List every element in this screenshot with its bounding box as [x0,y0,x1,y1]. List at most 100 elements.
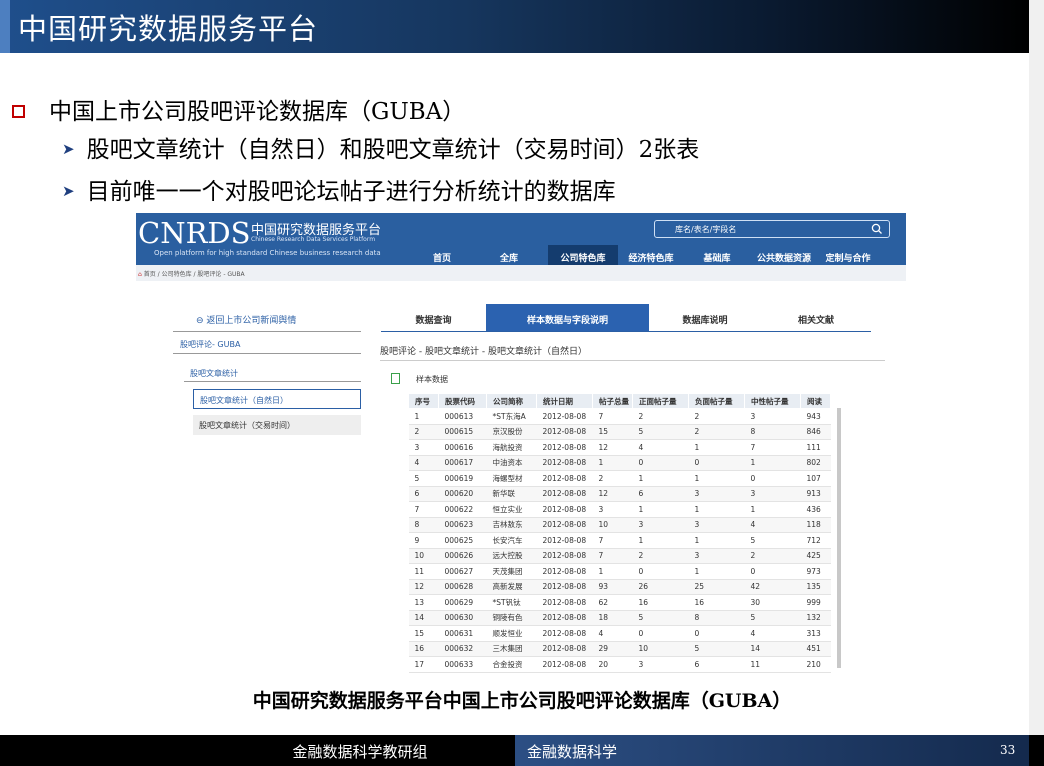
table-cell: 20 [592,656,633,673]
table-cell: 4 [744,625,801,642]
square-bullet-icon [12,105,25,118]
table-cell: 天茂集团 [486,563,537,580]
footer-mid: 金融数据科学 [515,735,1029,766]
nav-item-economy[interactable]: 经济特色库 [618,245,684,265]
arrow-bullet-icon: ➤ [62,140,75,158]
table-cell: 7 [592,408,633,425]
table-cell: 3 [688,517,745,533]
search-input[interactable]: 库名/表名/字段名 [654,220,890,238]
table-cell: 2012-08-08 [536,625,593,642]
table-cell: 000619 [438,470,487,487]
tab-query[interactable]: 数据查询 [381,304,486,331]
table-cell: 恒立实业 [486,501,537,518]
table-cell: 11 [744,656,801,673]
crumb-rest: / 公司特色库 / 股吧评论 - GUBA [155,271,245,278]
table-cell: 0 [688,455,745,471]
table-cell: 新华联 [486,486,537,502]
bullet1-text: 中国上市公司股吧评论数据库（GUBA） [49,99,466,125]
table-cell: 11 [408,563,439,580]
right-margin-strip [1029,0,1044,766]
column-header: 负面帖子量 [688,393,745,409]
table-cell: 4 [408,455,439,471]
back-link[interactable]: ⊖ 返回上市公司新闻舆情 [196,313,296,326]
nav-item-public[interactable]: 公共数据资源 [750,245,818,265]
search-icon[interactable] [871,223,883,235]
table-cell: 3 [408,439,439,456]
tab-refs[interactable]: 相关文献 [761,304,871,331]
table-cell: *ST东海A [486,408,537,425]
table-cell: 5 [632,424,689,440]
nav-item-home[interactable]: 首页 [414,245,470,265]
table-cell: 000617 [438,455,487,471]
table-cell: 10 [592,517,633,533]
table-cell: 913 [800,486,831,502]
table-row: 6 000620 新华联 2012-08-08 12 6 3 3 913 [408,486,831,502]
bullet-level2: ➤ 目前唯一一个对股吧论坛帖子进行分析统计的数据库 [62,172,616,206]
bullet-level1: 中国上市公司股吧评论数据库（GUBA） [12,92,465,126]
nav-item-all[interactable]: 全库 [470,245,548,265]
bullet-level2: ➤ 股吧文章统计（自然日）和股吧文章统计（交易时间）2张表 [62,130,699,164]
table-cell: 1 [688,501,745,518]
table-row: 15 000631 顺发恒业 2012-08-08 4 0 0 4 313 [408,625,831,642]
table-row: 3 000616 海航投资 2012-08-08 12 4 1 7 111 [408,439,831,456]
table-cell: 12 [408,579,439,595]
table-cell: 1 [688,563,745,580]
column-header: 中性帖子量 [744,393,801,409]
table-cell: 000616 [438,439,487,456]
table-cell: 5 [688,641,745,657]
scrollbar[interactable] [837,408,841,668]
table-cell: 3 [688,548,745,564]
website-screenshot: CNRDS 中国研究数据服务平台 Chinese Research Data S… [136,213,906,675]
table-cell: 3 [744,408,801,425]
table-cell: 000613 [438,408,487,425]
table-cell: 000627 [438,563,487,580]
title-accent [0,0,10,53]
table-cell: 2012-08-08 [536,656,593,673]
bullet3-text: 目前唯一一个对股吧论坛帖子进行分析统计的数据库 [86,179,616,205]
table-cell: 2 [688,424,745,440]
table-cell: 1 [688,532,745,549]
table-cell: 7 [408,501,439,518]
table-cell: 135 [800,579,831,595]
table-cell: 16 [408,641,439,657]
site-tagline: Open platform for high standard Chinese … [154,249,381,257]
nav-item-company[interactable]: 公司特色库 [548,245,618,265]
table-cell: 远大控股 [486,548,537,564]
table-cell: 0 [688,625,745,642]
nav-item-custom[interactable]: 定制与合作 [818,245,878,265]
table-cell: 000628 [438,579,487,595]
table-cell: 海航投资 [486,439,537,456]
table-cell: 802 [800,455,831,471]
table-cell: 7 [744,439,801,456]
side-group-title[interactable]: 股吧文章统计 [190,368,238,379]
tab-sample[interactable]: 样本数据与字段说明 [486,304,649,331]
table-cell: 铜陵有色 [486,610,537,626]
sample-table: 序号 股票代码 公司简称 统计日期 帖子总量 正面帖子量 负面帖子量 中性帖子量 阅读 1 000… [408,393,831,673]
crumb-home[interactable]: 首页 [144,271,156,278]
table-cell: 1 [744,455,801,471]
table-cell: 999 [800,594,831,611]
nav-item-base[interactable]: 基础库 [684,245,750,265]
table-cell: 1 [744,501,801,518]
table-cell: 0 [632,563,689,580]
table-cell: 000632 [438,641,487,657]
table-cell: 1 [632,532,689,549]
table-cell: 海螺型材 [486,470,537,487]
table-cell: 6 [408,486,439,502]
table-cell: 29 [592,641,633,657]
side-item-trading-time[interactable]: 股吧文章统计（交易时间） [193,415,361,435]
side-item-natural-day[interactable]: 股吧文章统计（自然日） [193,389,361,409]
table-row: 11 000627 天茂集团 2012-08-08 1 0 1 0 973 [408,563,831,580]
site-logo[interactable]: CNRDS [138,216,251,250]
table-cell: 2 [744,548,801,564]
side-db-title[interactable]: 股吧评论- GUBA [180,339,240,350]
table-cell: 1 [632,501,689,518]
table-cell: 1 [592,563,633,580]
table-row: 4 000617 中油资本 2012-08-08 1 0 0 1 802 [408,455,831,471]
tab-desc[interactable]: 数据库说明 [649,304,761,331]
table-cell: 2012-08-08 [536,532,593,549]
table-cell: 10 [632,641,689,657]
table-cell: 000622 [438,501,487,518]
table-cell: 000623 [438,517,487,533]
table-cell: 1 [632,470,689,487]
